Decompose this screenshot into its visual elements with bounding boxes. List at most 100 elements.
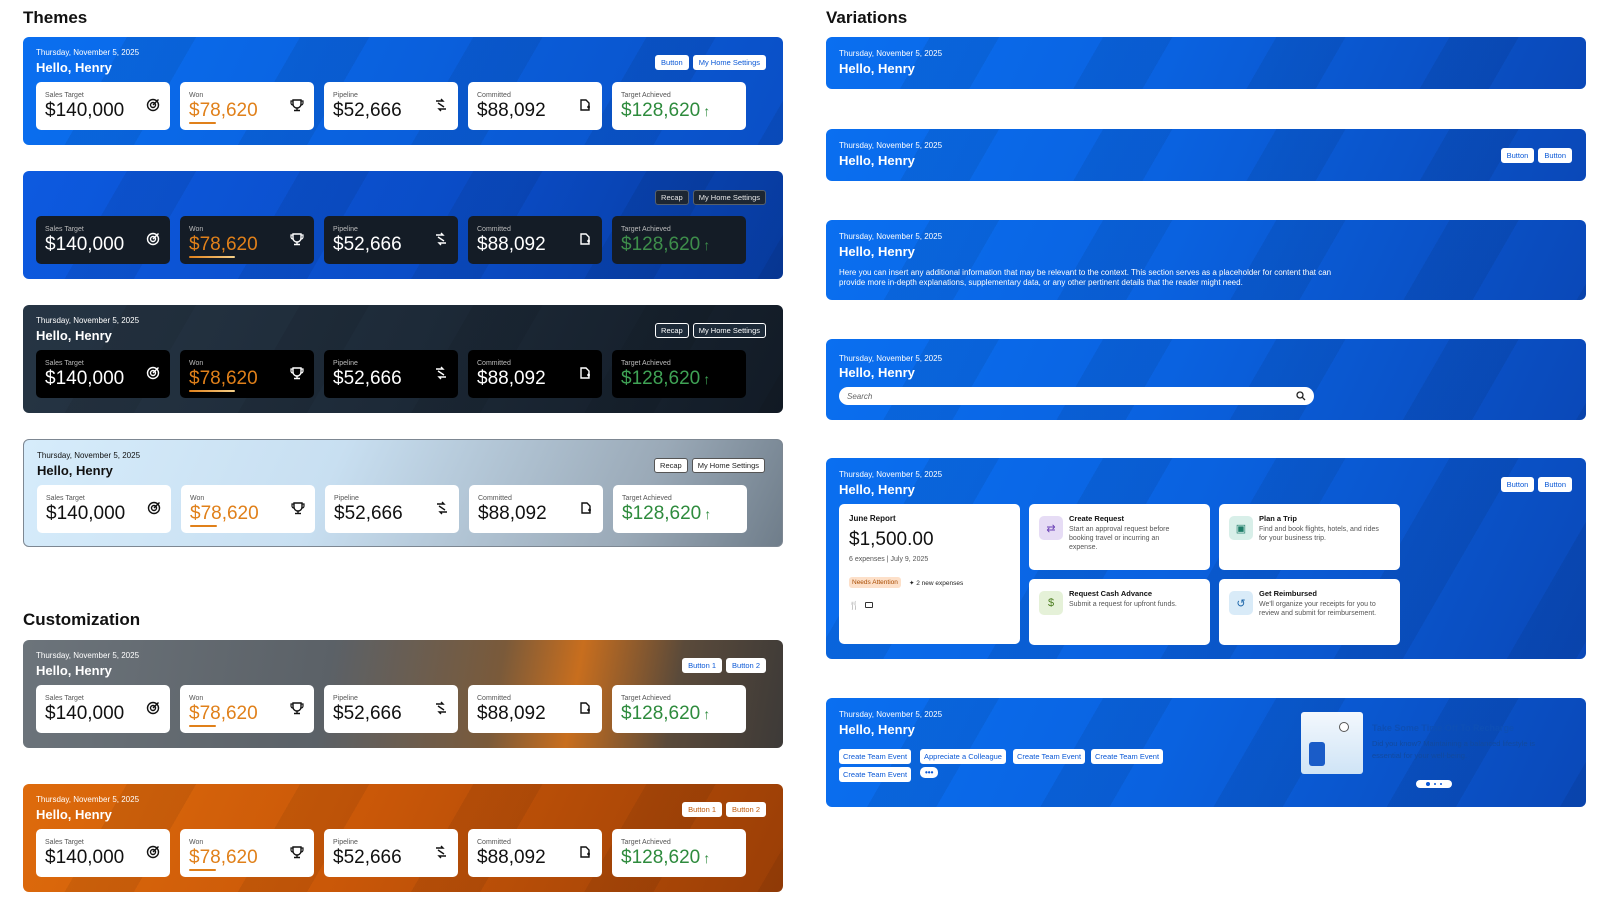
variation-description-banner: Thursday, November 5, 2025 Hello, Henry …	[826, 220, 1586, 300]
date-text: Thursday, November 5, 2025	[839, 710, 943, 719]
won-card[interactable]: Won $78,620	[180, 216, 314, 264]
button[interactable]: Button	[655, 55, 689, 70]
recap-button[interactable]: Recap	[655, 323, 689, 338]
kpi-value-text: $128,620	[621, 368, 701, 389]
my-home-settings-button[interactable]: My Home Settings	[692, 323, 766, 338]
target-icon	[146, 845, 160, 859]
more-actions-button[interactable]: •••	[920, 767, 939, 778]
sales-target-card[interactable]: Sales Target $140,000	[36, 350, 170, 398]
button[interactable]: Button	[1538, 148, 1572, 163]
committed-doc-icon	[579, 501, 593, 515]
button-1[interactable]: Button 1	[682, 802, 723, 817]
create-team-event-button[interactable]: Create Team Event	[839, 767, 912, 782]
luggage-icon	[1309, 742, 1325, 766]
button[interactable]: Button	[1538, 477, 1572, 492]
pipeline-card[interactable]: Pipeline $52,666	[324, 685, 458, 733]
my-home-settings-button[interactable]: My Home Settings	[691, 458, 765, 473]
pipeline-card[interactable]: Pipeline $52,666	[324, 216, 458, 264]
date-text: Thursday, November 5, 2025	[36, 316, 140, 325]
pager-dot[interactable]	[1434, 783, 1436, 785]
greeting-title: Hello, Henry	[36, 663, 112, 678]
recap-button[interactable]: Recap	[655, 190, 689, 205]
kpi-label: Pipeline	[333, 695, 358, 702]
arrow-up-icon: ↑	[703, 237, 711, 253]
won-card[interactable]: Won $78,620	[181, 485, 315, 533]
june-report-card[interactable]: June Report $1,500.00 6 expenses | July …	[839, 504, 1020, 644]
pipeline-card[interactable]: Pipeline $52,666	[324, 82, 458, 130]
kpi-value: $140,000	[45, 368, 124, 390]
committed-card[interactable]: Committed $88,092	[468, 829, 602, 877]
sales-target-card[interactable]: Sales Target $140,000	[36, 829, 170, 877]
my-home-settings-button[interactable]: My Home Settings	[692, 55, 766, 70]
search-icon[interactable]	[1296, 391, 1306, 401]
won-card[interactable]: Won $78,620	[180, 685, 314, 733]
pipeline-card[interactable]: Pipeline $52,666	[324, 350, 458, 398]
sales-target-card[interactable]: Sales Target $140,000	[37, 485, 171, 533]
committed-doc-icon	[578, 98, 592, 112]
button-2[interactable]: Button 2	[726, 802, 766, 817]
won-card[interactable]: Won $78,620	[180, 829, 314, 877]
appreciate-colleague-button[interactable]: Appreciate a Colleague	[920, 749, 1006, 764]
create-request-tile[interactable]: ⇄ Create Request Start an approval reque…	[1029, 504, 1210, 570]
kpi-label: Sales Target	[46, 495, 85, 502]
committed-card[interactable]: Committed $88,092	[468, 82, 602, 130]
committed-card[interactable]: Committed $88,092	[468, 685, 602, 733]
sales-target-card[interactable]: Sales Target $140,000	[36, 685, 170, 733]
theme-blue-banner: Thursday, November 5, 2025 Hello, Henry …	[23, 37, 783, 145]
carousel-pager[interactable]	[1416, 780, 1452, 788]
recap-button[interactable]: Recap	[654, 458, 688, 473]
pipeline-card[interactable]: Pipeline $52,666	[324, 829, 458, 877]
kpi-value: $52,666	[333, 703, 402, 725]
kpi-label: Target Achieved	[621, 839, 671, 846]
target-achieved-card[interactable]: Target Achieved $128,620 ↑	[612, 350, 746, 398]
kpi-value-text: $52,666	[333, 368, 402, 389]
request-cash-advance-tile[interactable]: $ Request Cash Advance Submit a request …	[1029, 579, 1210, 645]
create-team-event-button[interactable]: Create Team Event	[839, 749, 912, 764]
sales-target-card[interactable]: Sales Target $140,000	[36, 216, 170, 264]
kpi-value-text: $140,000	[45, 703, 125, 724]
create-team-event-button[interactable]: Create Team Event	[1091, 749, 1164, 764]
themes-heading: Themes	[23, 8, 88, 27]
kpi-label: Won	[189, 839, 204, 846]
kpi-value: $52,666	[333, 368, 402, 390]
tile-description: Submit a request for upfront funds.	[1069, 601, 1177, 608]
kpi-label: Target Achieved	[621, 695, 671, 702]
button[interactable]: Button	[1500, 477, 1535, 492]
kpi-label: Target Achieved	[621, 360, 671, 367]
trophy-icon	[290, 366, 304, 380]
person-icon	[1339, 722, 1349, 732]
pipeline-card[interactable]: Pipeline $52,666	[325, 485, 459, 533]
committed-card[interactable]: Committed $88,092	[468, 350, 602, 398]
my-home-settings-button[interactable]: My Home Settings	[692, 190, 766, 205]
kpi-label: Committed	[477, 839, 511, 846]
plan-a-trip-tile[interactable]: ▣ Plan a Trip Find and book flights, hot…	[1219, 504, 1400, 570]
target-achieved-card[interactable]: Target Achieved $128,620 ↑	[612, 82, 746, 130]
tile-description: Find and book flights, hotels, and rides…	[1259, 526, 1379, 542]
target-achieved-card[interactable]: Target Achieved $128,620 ↑	[613, 485, 747, 533]
pager-dot[interactable]	[1440, 783, 1442, 785]
trophy-icon	[290, 98, 304, 112]
trophy-icon	[290, 701, 304, 715]
sales-target-card[interactable]: Sales Target $140,000	[36, 82, 170, 130]
kpi-value: $78,620	[190, 503, 259, 525]
committed-card[interactable]: Committed $88,092	[468, 216, 602, 264]
button-2[interactable]: Button 2	[726, 658, 766, 673]
get-reimbursed-tile[interactable]: ↺ Get Reimbursed We'll organize your rec…	[1219, 579, 1400, 645]
restaurant-icon: 🍴	[849, 601, 859, 610]
kpi-value: $78,620	[189, 100, 258, 122]
kpi-label: Won	[189, 695, 204, 702]
pager-dot-active[interactable]	[1426, 782, 1430, 786]
target-achieved-card[interactable]: Target Achieved $128,620 ↑	[612, 829, 746, 877]
kpi-value-text: $128,620	[621, 234, 701, 255]
won-card[interactable]: Won $78,620	[180, 82, 314, 130]
target-achieved-card[interactable]: Target Achieved $128,620 ↑	[612, 685, 746, 733]
button[interactable]: Button	[1500, 148, 1535, 163]
kpi-value-text: $52,666	[333, 100, 402, 121]
committed-card[interactable]: Committed $88,092	[469, 485, 603, 533]
target-achieved-card[interactable]: Target Achieved $128,620 ↑	[612, 216, 746, 264]
search-input[interactable]: Search	[839, 387, 1314, 405]
report-meta: 6 expenses | July 9, 2025	[849, 556, 929, 563]
won-card[interactable]: Won $78,620	[180, 350, 314, 398]
button-1[interactable]: Button 1	[682, 658, 723, 673]
create-team-event-button[interactable]: Create Team Event	[1013, 749, 1086, 764]
